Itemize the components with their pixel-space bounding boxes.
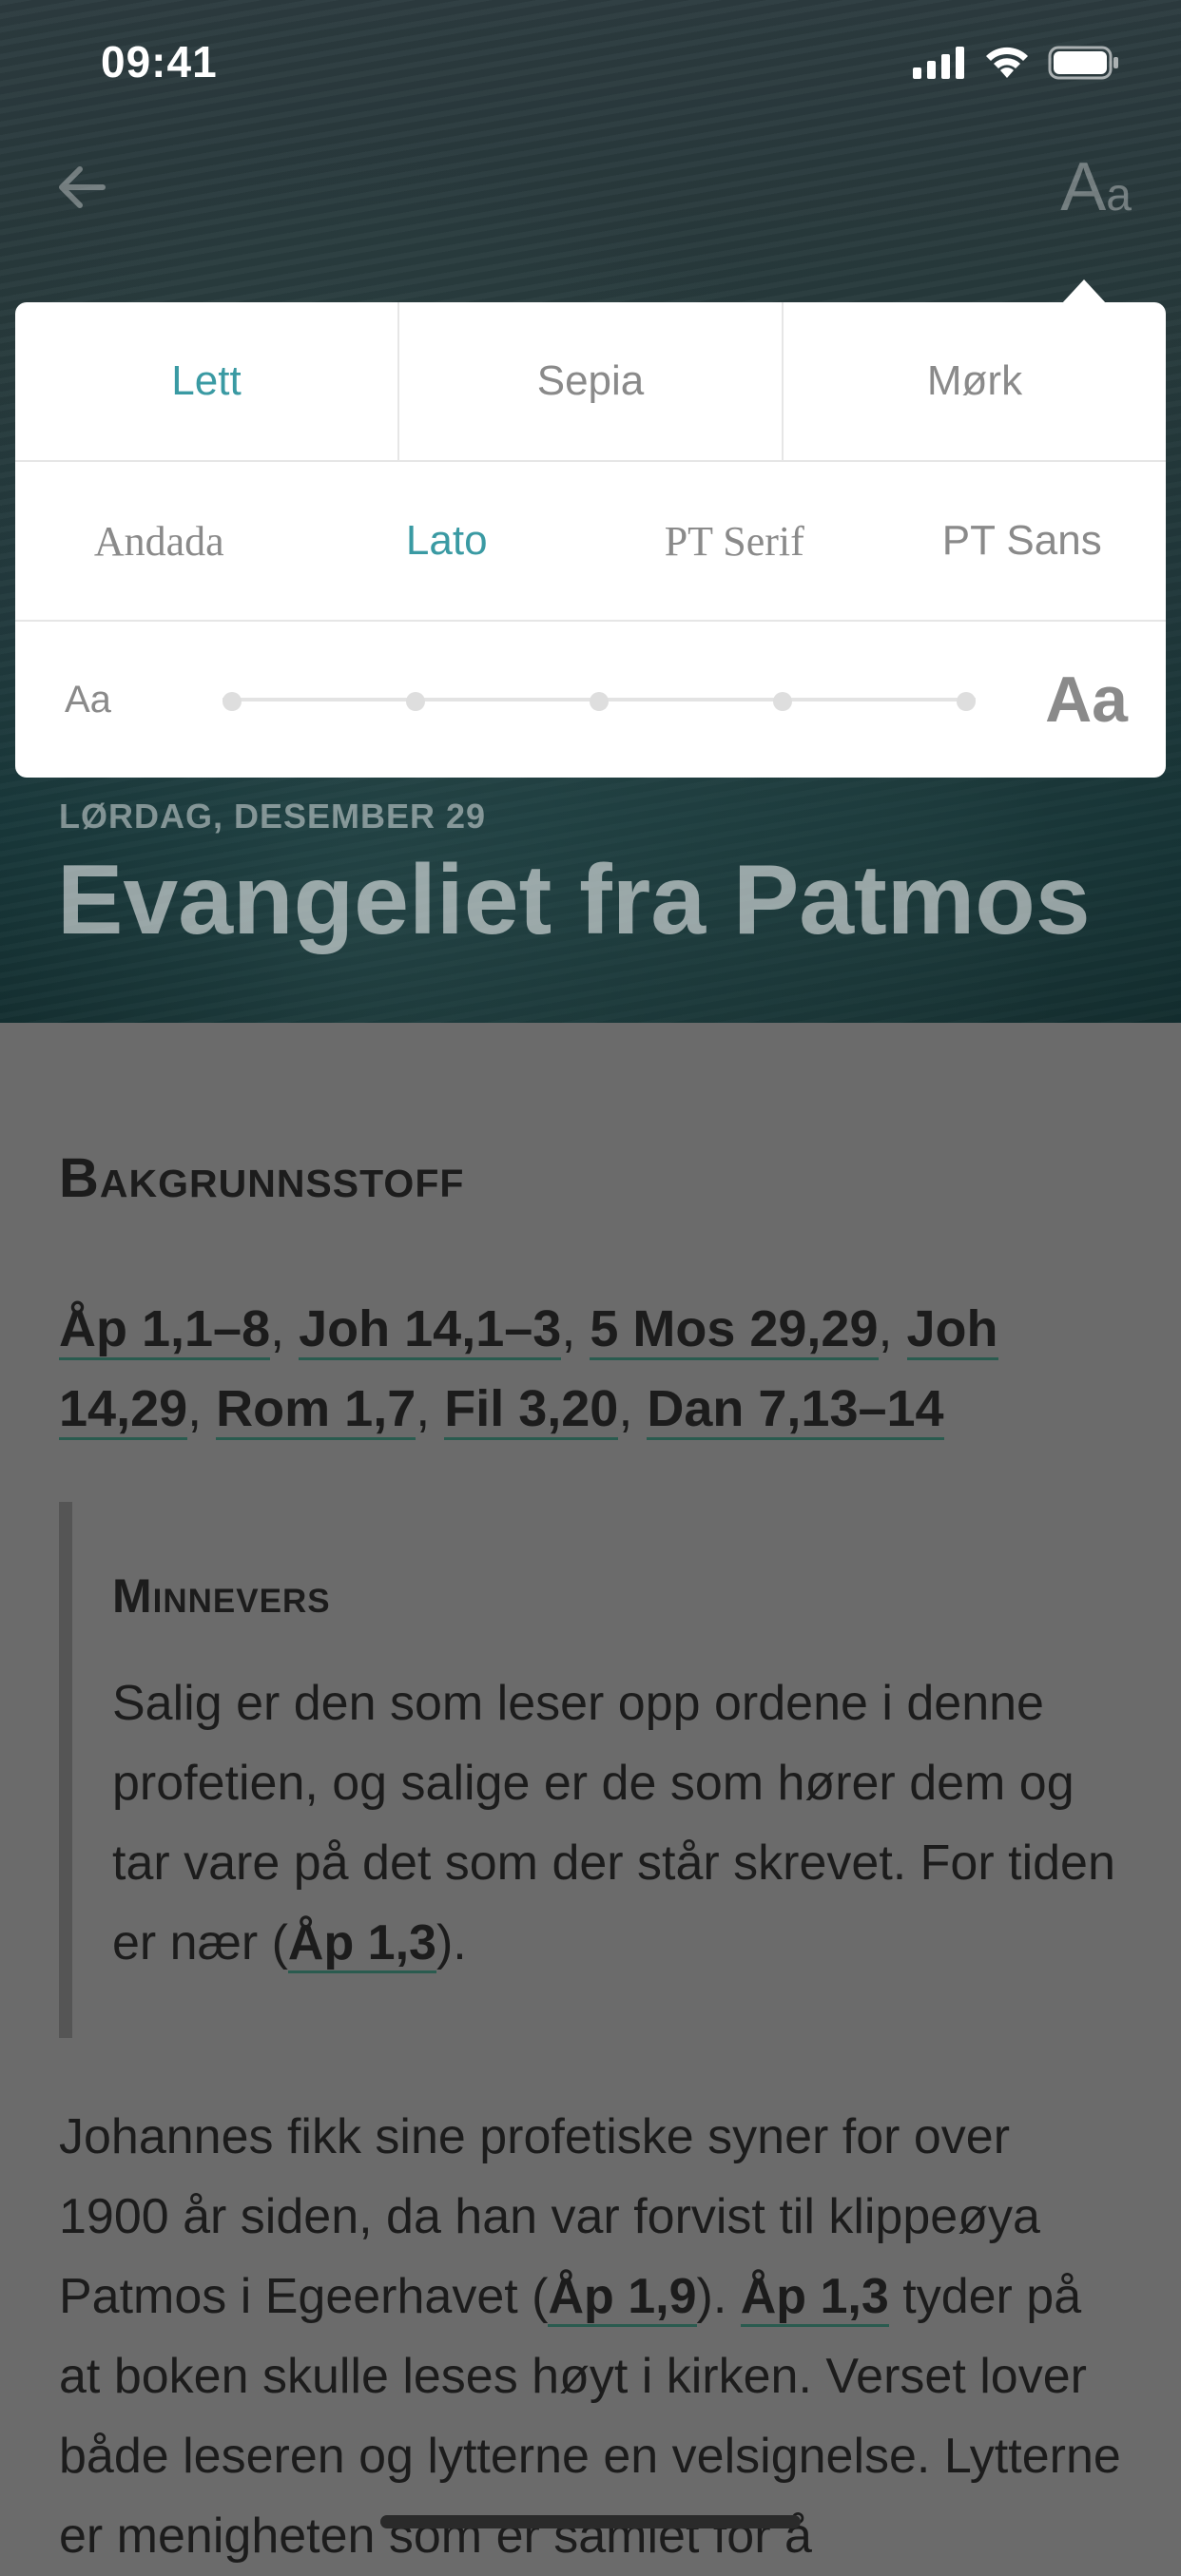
memory-verse-box: Minnevers Salig er den som leser opp ord… [59, 1502, 1137, 2038]
memory-verse-text: Salig er den som leser opp ordene i denn… [112, 1663, 1130, 1983]
font-option-lato[interactable]: Lato [303, 462, 591, 620]
scripture-link[interactable]: Joh 14,1–3 [299, 1300, 562, 1360]
slider-step[interactable] [773, 692, 792, 711]
back-arrow-icon[interactable] [49, 154, 116, 221]
scripture-link[interactable]: Fil 3,20 [444, 1380, 619, 1440]
slider-step[interactable] [223, 692, 242, 711]
body-text: ). [696, 2269, 741, 2324]
scripture-references: Åp 1,1–8, Joh 14,1–3, 5 Mos 29,29, Joh 1… [59, 1289, 1124, 1449]
scripture-link[interactable]: Åp 1,3 [287, 1915, 436, 1973]
lesson-date: LØRDAG, DESEMBER 29 [59, 797, 487, 836]
body-paragraph: Johannes fikk sine profetiske syner for … [59, 2097, 1133, 2576]
slider-step[interactable] [406, 692, 425, 711]
font-size-large-label[interactable]: Aa [1045, 663, 1128, 737]
font-button-big: A [1060, 149, 1107, 225]
verse-text-end: ). [436, 1915, 467, 1970]
signal-icon [913, 47, 964, 79]
scripture-link[interactable]: Rom 1,7 [216, 1380, 416, 1440]
theme-option-sepia[interactable]: Sepia [397, 302, 782, 460]
verse-text: Salig er den som leser opp ordene i denn… [112, 1676, 1115, 1970]
font-size-small-label[interactable]: Aa [65, 679, 111, 721]
popover-arrow [1061, 279, 1107, 304]
font-selector: Andada Lato PT Serif PT Sans [15, 462, 1166, 622]
article-content: Bakgrunnsstoff Åp 1,1–8, Joh 14,1–3, 5 M… [0, 1023, 1181, 2564]
wifi-icon [986, 47, 1028, 78]
scripture-link[interactable]: Åp 1,9 [548, 2269, 697, 2327]
scripture-link[interactable]: Åp 1,3 [740, 2269, 889, 2327]
home-indicator[interactable] [380, 2515, 801, 2528]
scripture-link[interactable]: Dan 7,13–14 [647, 1380, 944, 1440]
theme-option-dark[interactable]: Mørk [782, 302, 1166, 460]
font-option-pt-sans[interactable]: PT Sans [879, 462, 1167, 620]
slider-step[interactable] [957, 692, 976, 711]
font-option-pt-serif[interactable]: PT Serif [590, 462, 879, 620]
scripture-link[interactable]: 5 Mos 29,29 [590, 1300, 879, 1360]
slider-step[interactable] [590, 692, 609, 711]
nav-bar: Aa [0, 143, 1181, 247]
theme-selector: Lett Sepia Mørk [15, 302, 1166, 462]
battery-icon [1048, 46, 1118, 80]
scripture-link[interactable]: Åp 1,1–8 [59, 1300, 271, 1360]
font-size-row: Aa Aa [15, 622, 1166, 778]
font-size-slider[interactable] [223, 692, 976, 711]
status-time: 09:41 [101, 37, 218, 87]
font-button-small: a [1106, 170, 1132, 221]
font-option-andada[interactable]: Andada [15, 462, 303, 620]
reading-settings-popover: Lett Sepia Mørk Andada Lato PT Serif PT … [15, 302, 1166, 778]
theme-option-light[interactable]: Lett [15, 302, 397, 460]
lesson-title: Evangeliet fra Patmos [57, 845, 1091, 955]
font-settings-button[interactable]: Aa [1060, 148, 1132, 226]
memory-verse-heading: Minnevers [112, 1569, 331, 1623]
status-bar: 09:41 [0, 0, 1181, 133]
status-icons [913, 44, 1120, 82]
section-heading: Bakgrunnsstoff [59, 1147, 465, 1209]
